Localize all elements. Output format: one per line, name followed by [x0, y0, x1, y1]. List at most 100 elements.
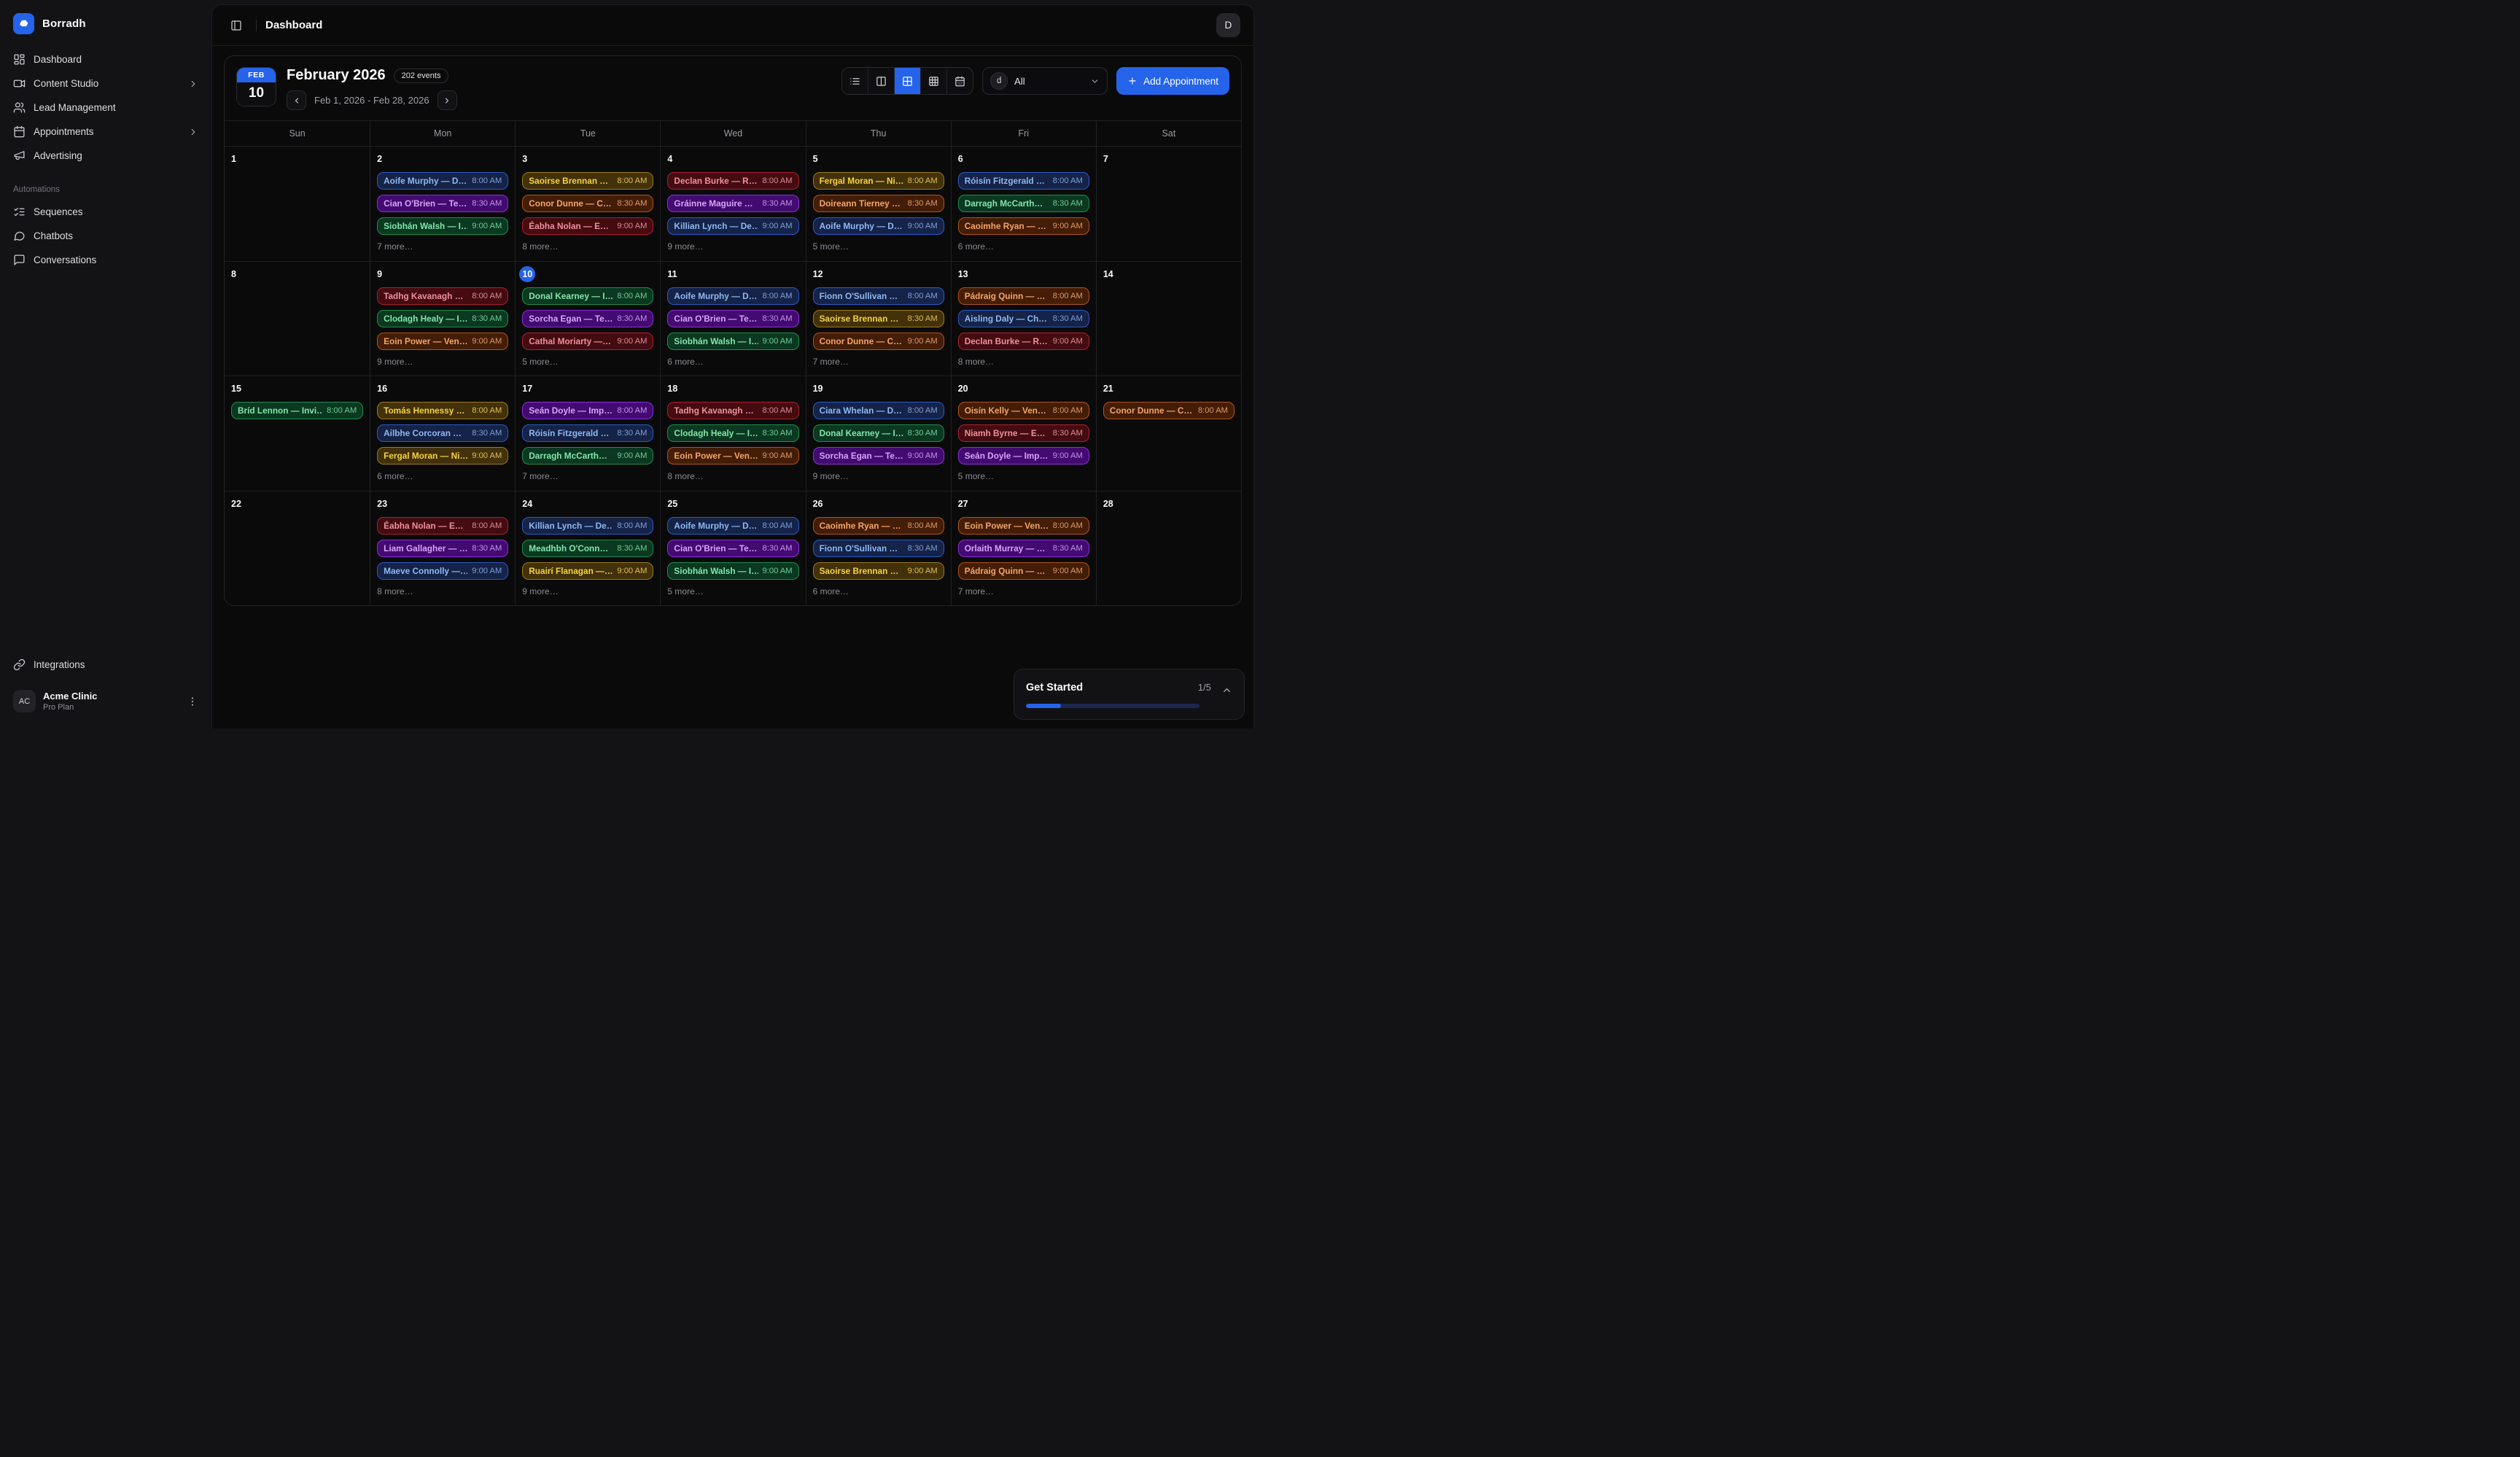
event-pill[interactable]: Liam Gallagher — …8:30 AM: [377, 540, 508, 557]
event-pill[interactable]: Caoimhe Ryan — …8:00 AM: [813, 517, 944, 535]
event-pill[interactable]: Cian O'Brien — Te…8:30 AM: [667, 310, 798, 327]
event-pill[interactable]: Aoife Murphy — D…9:00 AM: [813, 217, 944, 235]
more-events-label[interactable]: 8 more…: [377, 586, 508, 597]
event-pill[interactable]: Declan Burke — R…9:00 AM: [958, 333, 1089, 350]
sidebar-item-lead-management[interactable]: Lead Management: [7, 96, 204, 120]
event-pill[interactable]: Clodagh Healy — I…8:30 AM: [377, 310, 508, 327]
day-cell-16[interactable]: 16Tomás Hennessy …8:00 AMAilbhe Corcoran…: [370, 376, 515, 491]
more-events-label[interactable]: 6 more…: [958, 241, 1089, 252]
more-events-label[interactable]: 5 more…: [958, 471, 1089, 481]
event-pill[interactable]: Cian O'Brien — Te…8:30 AM: [377, 195, 508, 212]
event-pill[interactable]: Oisín Kelly — Ven…8:00 AM: [958, 402, 1089, 419]
add-appointment-button[interactable]: Add Appointment: [1116, 67, 1229, 95]
event-pill[interactable]: Saoirse Brennan …8:30 AM: [813, 310, 944, 327]
day-cell-26[interactable]: 26Caoimhe Ryan — …8:00 AMFionn O'Sulliva…: [806, 492, 951, 606]
event-pill[interactable]: Siobhán Walsh — I…9:00 AM: [377, 217, 508, 235]
sidebar-item-conversations[interactable]: Conversations: [7, 248, 204, 272]
day-cell-27[interactable]: 27Eoin Power — Ven…8:00 AMOrlaith Murray…: [951, 492, 1096, 606]
filter-dropdown[interactable]: d All: [982, 67, 1108, 95]
event-pill[interactable]: Aoife Murphy — D…8:00 AM: [377, 172, 508, 190]
event-pill[interactable]: Niamh Byrne — E…8:30 AM: [958, 424, 1089, 442]
day-cell-3[interactable]: 3Saoirse Brennan …8:00 AMConor Dunne — C…: [515, 147, 660, 261]
event-pill[interactable]: Saoirse Brennan …9:00 AM: [813, 562, 944, 580]
user-avatar[interactable]: D: [1216, 13, 1240, 37]
day-cell-11[interactable]: 11Aoife Murphy — D…8:00 AMCian O'Brien —…: [660, 262, 805, 376]
event-pill[interactable]: Aoife Murphy — D…8:00 AM: [667, 517, 798, 535]
day-cell-8[interactable]: 8: [225, 262, 370, 376]
day-cell-17[interactable]: 17Seán Doyle — Imp…8:00 AMRóisín Fitzger…: [515, 376, 660, 491]
sidebar-item-advertising[interactable]: Advertising: [7, 144, 204, 168]
event-pill[interactable]: Declan Burke — R…8:00 AM: [667, 172, 798, 190]
event-pill[interactable]: Darragh McCarth…8:30 AM: [958, 195, 1089, 212]
more-events-label[interactable]: 7 more…: [958, 586, 1089, 597]
more-events-label[interactable]: 9 more…: [813, 471, 944, 481]
day-cell-20[interactable]: 20Oisín Kelly — Ven…8:00 AMNiamh Byrne —…: [951, 376, 1096, 491]
event-pill[interactable]: Fionn O'Sullivan …8:30 AM: [813, 540, 944, 557]
more-events-label[interactable]: 6 more…: [813, 586, 944, 597]
event-pill[interactable]: Seán Doyle — Imp…9:00 AM: [958, 447, 1089, 465]
event-pill[interactable]: Ailbhe Corcoran …8:30 AM: [377, 424, 508, 442]
event-pill[interactable]: Cathal Moriarty —…9:00 AM: [522, 333, 653, 350]
event-pill[interactable]: Tadhg Kavanagh …8:00 AM: [667, 402, 798, 419]
more-events-label[interactable]: 5 more…: [667, 586, 798, 597]
event-pill[interactable]: Donal Kearney — I…8:00 AM: [522, 287, 653, 305]
day-cell-13[interactable]: 13Pádraig Quinn — …8:00 AMAisling Daly —…: [951, 262, 1096, 376]
day-cell-12[interactable]: 12Fionn O'Sullivan …8:00 AMSaoirse Brenn…: [806, 262, 951, 376]
event-pill[interactable]: Siobhán Walsh — I…9:00 AM: [667, 562, 798, 580]
day-cell-10[interactable]: 10Donal Kearney — I…8:00 AMSorcha Egan —…: [515, 262, 660, 376]
day-cell-18[interactable]: 18Tadhg Kavanagh …8:00 AMClodagh Healy —…: [660, 376, 805, 491]
view-mode-grid-2x2-button[interactable]: [894, 68, 920, 94]
event-pill[interactable]: Róisín Fitzgerald …8:30 AM: [522, 424, 653, 442]
more-events-label[interactable]: 8 more…: [522, 241, 653, 252]
sidebar-item-sequences[interactable]: Sequences: [7, 200, 204, 224]
day-cell-1[interactable]: 1: [225, 147, 370, 261]
event-pill[interactable]: Pádraig Quinn — …9:00 AM: [958, 562, 1089, 580]
day-cell-24[interactable]: 24Killian Lynch — De…8:00 AMMeadhbh O'Co…: [515, 492, 660, 606]
event-pill[interactable]: Tadhg Kavanagh …8:00 AM: [377, 287, 508, 305]
event-pill[interactable]: Eoin Power — Ven…9:00 AM: [377, 333, 508, 350]
event-pill[interactable]: Maeve Connolly —…9:00 AM: [377, 562, 508, 580]
event-pill[interactable]: Conor Dunne — C…8:00 AM: [1103, 402, 1234, 419]
event-pill[interactable]: Saoirse Brennan …8:00 AM: [522, 172, 653, 190]
day-cell-19[interactable]: 19Ciara Whelan — D…8:00 AMDonal Kearney …: [806, 376, 951, 491]
more-events-label[interactable]: 6 more…: [667, 357, 798, 367]
event-pill[interactable]: Conor Dunne — C…9:00 AM: [813, 333, 944, 350]
sidebar-item-chatbots[interactable]: Chatbots: [7, 224, 204, 248]
day-cell-6[interactable]: 6Róisín Fitzgerald …8:00 AMDarragh McCar…: [951, 147, 1096, 261]
view-mode-columns-2-button[interactable]: [868, 68, 894, 94]
more-events-label[interactable]: 6 more…: [377, 471, 508, 481]
event-pill[interactable]: Aoife Murphy — D…8:00 AM: [667, 287, 798, 305]
event-pill[interactable]: Cian O'Brien — Te…8:30 AM: [667, 540, 798, 557]
day-cell-7[interactable]: 7: [1096, 147, 1241, 261]
event-pill[interactable]: Éabha Nolan — E…8:00 AM: [377, 517, 508, 535]
more-events-label[interactable]: 9 more…: [522, 586, 653, 597]
day-cell-2[interactable]: 2Aoife Murphy — D…8:00 AMCian O'Brien — …: [370, 147, 515, 261]
event-pill[interactable]: Meadhbh O'Conn…8:30 AM: [522, 540, 653, 557]
event-pill[interactable]: Sorcha Egan — Te…9:00 AM: [813, 447, 944, 465]
event-pill[interactable]: Killian Lynch — De…8:00 AM: [522, 517, 653, 535]
sidebar-item-integrations[interactable]: Integrations: [7, 653, 204, 677]
sidebar-item-dashboard[interactable]: Dashboard: [7, 47, 204, 71]
event-pill[interactable]: Bríd Lennon — Invi…8:00 AM: [231, 402, 363, 419]
prev-month-button[interactable]: [287, 90, 306, 110]
event-pill[interactable]: Gráinne Maguire …8:30 AM: [667, 195, 798, 212]
more-events-label[interactable]: 5 more…: [813, 241, 944, 252]
event-pill[interactable]: Eoin Power — Ven…8:00 AM: [958, 517, 1089, 535]
day-cell-21[interactable]: 21Conor Dunne — C…8:00 AM: [1096, 376, 1241, 491]
more-events-label[interactable]: 9 more…: [377, 357, 508, 367]
day-cell-28[interactable]: 28: [1096, 492, 1241, 606]
day-cell-15[interactable]: 15Bríd Lennon — Invi…8:00 AM: [225, 376, 370, 491]
event-pill[interactable]: Seán Doyle — Imp…8:00 AM: [522, 402, 653, 419]
event-pill[interactable]: Fergal Moran — Ni…9:00 AM: [377, 447, 508, 465]
event-pill[interactable]: Fergal Moran — Ni…8:00 AM: [813, 172, 944, 190]
event-pill[interactable]: Killian Lynch — De…9:00 AM: [667, 217, 798, 235]
event-pill[interactable]: Róisín Fitzgerald …8:00 AM: [958, 172, 1089, 190]
more-events-label[interactable]: 8 more…: [667, 471, 798, 481]
more-events-label[interactable]: 7 more…: [377, 241, 508, 252]
day-cell-9[interactable]: 9Tadhg Kavanagh …8:00 AMClodagh Healy — …: [370, 262, 515, 376]
more-events-label[interactable]: 9 more…: [667, 241, 798, 252]
event-pill[interactable]: Tomás Hennessy …8:00 AM: [377, 402, 508, 419]
event-pill[interactable]: Darragh McCarth…9:00 AM: [522, 447, 653, 465]
event-pill[interactable]: Pádraig Quinn — …8:00 AM: [958, 287, 1089, 305]
event-pill[interactable]: Ruairí Flanagan —…9:00 AM: [522, 562, 653, 580]
